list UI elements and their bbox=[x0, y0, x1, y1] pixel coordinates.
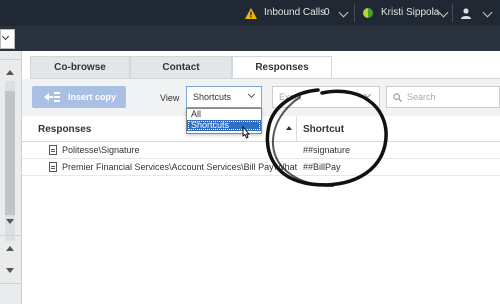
chevron-down-icon bbox=[247, 90, 256, 99]
sort-ascending-icon[interactable] bbox=[286, 126, 292, 130]
tab-responses[interactable]: Responses bbox=[232, 56, 332, 78]
top-bar: Inbound Calls 0 Kristi Sippola bbox=[0, 0, 500, 26]
inbound-calls-count: 0 bbox=[324, 7, 330, 18]
column-header-responses[interactable]: Responses bbox=[38, 124, 91, 135]
table-row[interactable]: Politesse\Signature ##signature bbox=[22, 142, 500, 159]
scroll-up-icon[interactable] bbox=[6, 246, 14, 251]
insert-copy-label: Insert copy bbox=[68, 92, 117, 102]
match-type-select[interactable]: Exact bbox=[272, 86, 380, 108]
warning-icon[interactable] bbox=[245, 8, 257, 19]
interaction-panel: Co-browse Contact Responses Insert copy … bbox=[22, 51, 500, 304]
mouse-cursor-icon bbox=[242, 126, 250, 139]
tab-contact[interactable]: Contact bbox=[130, 56, 232, 78]
view-select[interactable]: Shortcuts bbox=[186, 86, 262, 108]
insert-icon bbox=[44, 92, 60, 102]
response-name: Politesse\Signature bbox=[62, 145, 140, 155]
insert-copy-button[interactable]: Insert copy bbox=[32, 86, 126, 108]
view-option-all[interactable]: All bbox=[187, 109, 261, 120]
match-type-placeholder: Exact bbox=[279, 92, 302, 102]
left-panel bbox=[0, 51, 22, 304]
scrollbar-thumb[interactable] bbox=[5, 91, 15, 215]
column-divider[interactable] bbox=[296, 116, 297, 142]
presence-status-icon bbox=[363, 8, 373, 18]
settings-chevron-down-icon[interactable] bbox=[482, 7, 493, 18]
inbound-calls-label[interactable]: Inbound Calls bbox=[264, 0, 325, 26]
divider bbox=[0, 283, 22, 284]
user-name[interactable]: Kristi Sippola bbox=[381, 0, 439, 26]
inbound-calls-chevron-down-icon[interactable] bbox=[338, 7, 349, 18]
tab-co-browse[interactable]: Co-browse bbox=[30, 56, 130, 78]
divider bbox=[0, 59, 22, 60]
secondary-bar bbox=[0, 26, 500, 51]
left-dropdown[interactable] bbox=[0, 29, 15, 49]
tab-bar: Co-browse Contact Responses bbox=[30, 56, 500, 78]
divider bbox=[0, 235, 22, 236]
chevron-down-icon bbox=[363, 90, 372, 99]
search-placeholder: Search bbox=[407, 92, 436, 102]
column-header-shortcut[interactable]: Shortcut bbox=[303, 124, 344, 135]
divider bbox=[354, 4, 355, 22]
chevron-down-icon bbox=[1, 32, 10, 41]
divider bbox=[452, 4, 453, 22]
user-icon[interactable] bbox=[460, 7, 472, 19]
view-label: View bbox=[160, 93, 180, 103]
scroll-down-icon[interactable] bbox=[6, 219, 14, 224]
response-shortcut: ##BillPay bbox=[303, 162, 341, 172]
search-input[interactable]: Search bbox=[386, 86, 500, 108]
view-select-value: Shortcuts bbox=[193, 92, 232, 102]
user-menu-chevron-down-icon[interactable] bbox=[438, 7, 449, 18]
document-icon bbox=[49, 162, 57, 172]
search-icon bbox=[393, 93, 402, 102]
document-icon bbox=[49, 145, 57, 155]
response-name: Premier Financial Services\Account Servi… bbox=[62, 162, 300, 172]
scroll-up-icon[interactable] bbox=[6, 70, 14, 75]
response-shortcut: ##signature bbox=[303, 145, 351, 155]
scroll-down-icon[interactable] bbox=[6, 268, 14, 273]
table-row[interactable]: Premier Financial Services\Account Servi… bbox=[22, 159, 500, 176]
